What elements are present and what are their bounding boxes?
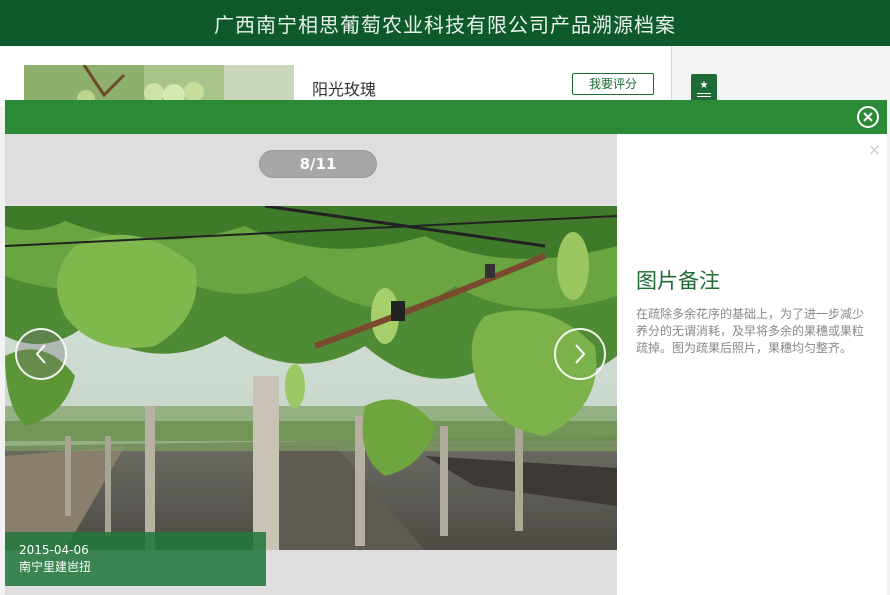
chevron-right-icon[interactable]	[554, 328, 606, 380]
photo-counter: 8/11	[259, 150, 377, 178]
product-card: 阳光玫瑰 我要评分	[0, 46, 890, 107]
caption-date: 2015-04-06	[19, 543, 89, 557]
star-glyph: ★	[699, 79, 709, 91]
gallery-photo	[5, 206, 617, 550]
chevron-left-icon[interactable]	[15, 328, 67, 380]
badge-line	[697, 95, 711, 97]
page-title: 广西南宁相思葡萄农业科技有限公司产品溯源档案	[214, 12, 676, 37]
caption-place: 南宁里建岜扭	[19, 560, 92, 574]
badge-line	[697, 92, 711, 94]
close-circle-icon[interactable]	[857, 106, 879, 128]
notes-body: 在疏除多余花序的基础上，为了进一步减少养分的无谓消耗，及早将多余的果穗或果粒疏掉…	[636, 307, 865, 355]
photo-viewer: 8/11 2015-04-06 南宁里建岜扭	[5, 134, 617, 595]
photo-notes-panel: × 图片备注 在疏除多余花序的基础上，为了进一步减少养分的无谓消耗，及早将多余的…	[617, 134, 887, 595]
modal-title-bar	[5, 100, 887, 134]
photo-caption: 2015-04-06 南宁里建岜扭	[5, 532, 266, 586]
photo-gallery-modal: 8/11 2015-04-06 南宁里建岜扭 × 图片备注 在疏除多余花序的基础…	[5, 100, 887, 595]
close-icon[interactable]: ×	[868, 140, 881, 159]
product-card-main: 阳光玫瑰 我要评分	[0, 46, 672, 107]
rate-button[interactable]: 我要评分	[572, 73, 654, 95]
product-name: 阳光玫瑰	[312, 80, 377, 99]
notes-title: 图片备注	[636, 269, 720, 293]
page-header: 广西南宁相思葡萄农业科技有限公司产品溯源档案	[0, 0, 890, 46]
star-badge-icon[interactable]: ★	[691, 74, 717, 102]
